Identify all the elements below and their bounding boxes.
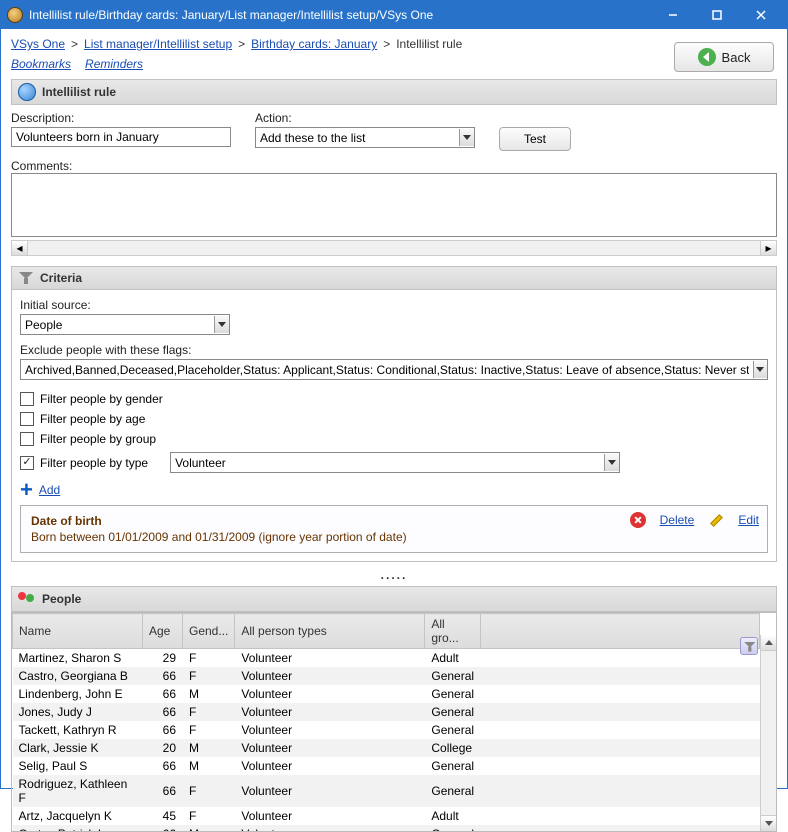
table-row[interactable]: Jones, Judy J66FVolunteerGeneral: [13, 703, 760, 721]
table-row[interactable]: Carter, Patrick L66MVolunteerGeneral: [13, 825, 760, 832]
dob-criteria-box: Date of birth Born between 01/01/2009 an…: [20, 505, 768, 553]
titlebar: Intellilist rule/Birthday cards: January…: [1, 1, 787, 29]
initial-source-select[interactable]: People: [20, 314, 230, 335]
chevron-down-icon: [214, 316, 229, 333]
pencil-icon: [708, 512, 724, 528]
delete-link[interactable]: Delete: [660, 513, 695, 527]
separator-dots: .....: [11, 562, 777, 584]
initial-source-label: Initial source:: [20, 298, 91, 312]
table-row[interactable]: Rodriguez, Kathleen F66FVolunteerGeneral: [13, 775, 760, 807]
close-button[interactable]: [739, 3, 783, 27]
delete-icon: [630, 512, 646, 528]
breadcrumb-current: Intellilist rule: [396, 37, 462, 51]
breadcrumb: VSys One > List manager/Intellilist setu…: [11, 35, 777, 57]
plus-icon: +: [20, 483, 33, 497]
exclude-label: Exclude people with these flags:: [20, 343, 191, 357]
comments-textarea[interactable]: [11, 173, 777, 237]
funnel-icon: [743, 640, 756, 653]
comments-label: Comments:: [11, 159, 72, 173]
action-label: Action:: [255, 111, 475, 125]
bookmarks-link[interactable]: Bookmarks: [11, 57, 71, 71]
add-link[interactable]: Add: [39, 483, 60, 497]
table-row[interactable]: Tackett, Kathryn R66FVolunteerGeneral: [13, 721, 760, 739]
action-select[interactable]: Add these to the list: [255, 127, 475, 148]
people-icon: [18, 590, 36, 608]
filter-type-select[interactable]: Volunteer: [170, 452, 620, 473]
col-header-age[interactable]: Age: [143, 614, 183, 649]
chevron-down-icon: [753, 361, 767, 378]
col-header-types[interactable]: All person types: [235, 614, 425, 649]
filter-age-checkbox[interactable]: [20, 412, 34, 426]
chevron-down-icon: [459, 129, 474, 146]
back-icon: [698, 48, 716, 66]
filter-group-checkbox[interactable]: [20, 432, 34, 446]
col-header-groups[interactable]: All gro...: [425, 614, 481, 649]
table-row[interactable]: Selig, Paul S66MVolunteerGeneral: [13, 757, 760, 775]
scroll-up-icon[interactable]: [761, 635, 776, 651]
col-header-gender[interactable]: Gend...: [183, 614, 235, 649]
window-title: Intellilist rule/Birthday cards: January…: [29, 8, 651, 22]
test-button[interactable]: Test: [499, 127, 571, 151]
table-row[interactable]: Castro, Georgiana B66FVolunteerGeneral: [13, 667, 760, 685]
filter-type-label[interactable]: Filter people by type: [40, 456, 148, 470]
table-row[interactable]: Martinez, Sharon S29FVolunteerAdult: [13, 649, 760, 668]
scroll-right-icon[interactable]: ▸: [760, 241, 776, 255]
vertical-scrollbar[interactable]: [760, 635, 776, 831]
table-row[interactable]: Artz, Jacquelyn K45FVolunteerAdult: [13, 807, 760, 825]
chevron-down-icon: [604, 454, 619, 471]
scroll-down-icon[interactable]: [761, 815, 776, 831]
app-icon: [7, 7, 23, 23]
grid-filter-button[interactable]: [740, 637, 758, 655]
funnel-icon: [18, 270, 34, 286]
breadcrumb-link-1[interactable]: List manager/Intellilist setup: [84, 37, 232, 51]
filter-age-label[interactable]: Filter people by age: [40, 412, 145, 426]
filter-gender-checkbox[interactable]: [20, 392, 34, 406]
filter-group-label[interactable]: Filter people by group: [40, 432, 156, 446]
horizontal-scrollbar[interactable]: ◂ ▸: [11, 240, 777, 256]
section-header-criteria: Criteria: [11, 266, 777, 290]
maximize-button[interactable]: [695, 3, 739, 27]
section-header-people: People: [11, 586, 777, 612]
section-header-rule: Intellilist rule: [11, 79, 777, 105]
people-table: Name Age Gend... All person types All gr…: [12, 613, 760, 832]
back-button[interactable]: Back: [674, 42, 774, 72]
scroll-left-icon[interactable]: ◂: [12, 241, 28, 255]
description-label: Description:: [11, 111, 231, 125]
edit-link[interactable]: Edit: [738, 513, 759, 527]
minimize-button[interactable]: [651, 3, 695, 27]
breadcrumb-link-0[interactable]: VSys One: [11, 37, 65, 51]
exclude-flags-select[interactable]: Archived,Banned,Deceased,Placeholder,Sta…: [20, 359, 768, 380]
breadcrumb-link-2[interactable]: Birthday cards: January: [251, 37, 377, 51]
filter-type-checkbox[interactable]: [20, 456, 34, 470]
col-header-name[interactable]: Name: [13, 614, 143, 649]
table-row[interactable]: Clark, Jessie K20MVolunteerCollege: [13, 739, 760, 757]
filter-gender-label[interactable]: Filter people by gender: [40, 392, 163, 406]
description-input[interactable]: [11, 127, 231, 147]
reminders-link[interactable]: Reminders: [85, 57, 143, 71]
table-row[interactable]: Lindenberg, John E66MVolunteerGeneral: [13, 685, 760, 703]
dob-desc: Born between 01/01/2009 and 01/31/2009 (…: [31, 530, 757, 544]
col-header-empty[interactable]: [481, 614, 760, 649]
